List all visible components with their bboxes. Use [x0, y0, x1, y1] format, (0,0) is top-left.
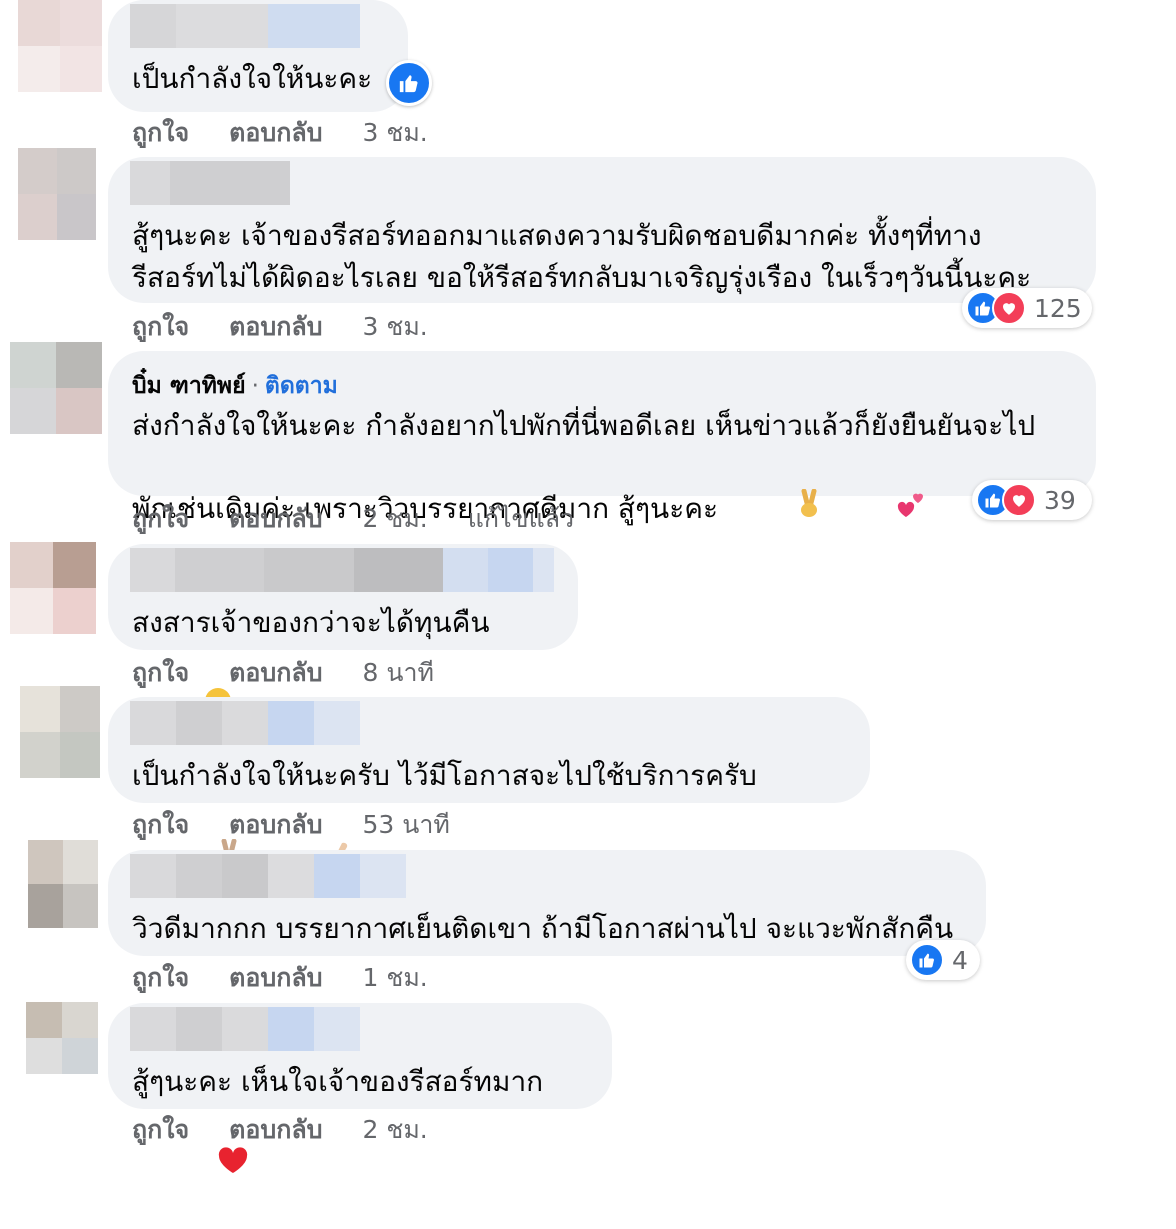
author-name-redacted[interactable] — [130, 854, 962, 898]
love-icon — [992, 291, 1026, 325]
timestamp[interactable]: 2 ชม. — [363, 504, 428, 533]
reaction-summary[interactable]: 39 — [972, 480, 1092, 520]
comment-bubble: เป็นกำลังใจให้นะคะ — [108, 0, 408, 112]
reply-button[interactable]: ตอบกลับ — [229, 658, 322, 687]
like-button[interactable]: ถูกใจ — [132, 504, 189, 533]
timestamp[interactable]: 3 ชม. — [363, 312, 428, 341]
like-button[interactable]: ถูกใจ — [132, 658, 189, 687]
comment-actions: ถูกใจ ตอบกลับ 2 ชม. แก้ไขแล้ว — [132, 502, 606, 536]
reply-button[interactable]: ตอบกลับ — [229, 963, 322, 992]
reply-button[interactable]: ตอบกลับ — [229, 312, 322, 341]
comment-actions: ถูกใจ ตอบกลับ 3 ชม. — [132, 116, 460, 150]
like-icon — [910, 943, 944, 977]
comment-bubble: บิ๋ม ฑาทิพย์ · ติดตาม ส่งกำลังใจให้นะคะ กำ… — [108, 351, 1096, 525]
comment-bubble: เป็นกำลังใจให้นะครับ ไว้มีโอกาสจะไปใช้บร… — [108, 697, 870, 867]
follow-button[interactable]: ติดตาม — [265, 373, 338, 399]
avatar[interactable] — [18, 0, 102, 92]
author-name-redacted[interactable] — [130, 1007, 588, 1051]
comment-text: วิวดีมากกก บรรยากาศเย็นติดเขา ถ้ามีโอกาส… — [132, 912, 954, 945]
avatar[interactable] — [20, 686, 100, 778]
reaction-summary[interactable]: 4 — [906, 940, 980, 980]
avatar[interactable] — [28, 840, 98, 928]
comment-bubble: สู้ๆนะคะ เจ้าของรีสอร์ทออกมาแสดงความรับผ… — [108, 157, 1096, 303]
comment-bubble: วิวดีมากกก บรรยากาศเย็นติดเขา ถ้ามีโอกาส… — [108, 850, 986, 956]
avatar[interactable] — [18, 148, 96, 240]
edited-label[interactable]: แก้ไขแล้ว — [468, 504, 574, 533]
avatar[interactable] — [26, 1002, 98, 1074]
like-icon — [386, 60, 432, 106]
reaction-summary[interactable]: 125 — [962, 288, 1092, 328]
author-name-redacted[interactable] — [130, 548, 554, 592]
avatar[interactable] — [10, 542, 96, 634]
timestamp[interactable]: 2 ชม. — [363, 1115, 428, 1144]
comment-text: สงสารเจ้าของกว่าจะได้ทุนคืน — [132, 606, 490, 639]
comment-text: เป็นกำลังใจให้นะคะ — [132, 62, 373, 95]
avatar[interactable] — [10, 342, 102, 434]
comment-actions: ถูกใจ ตอบกลับ 3 ชม. — [132, 310, 460, 344]
like-button[interactable]: ถูกใจ — [132, 1115, 189, 1144]
comment-text: สู้ๆนะคะ เจ้าของรีสอร์ทออกมาแสดงความรับผ… — [132, 219, 1032, 294]
like-button[interactable]: ถูกใจ — [132, 118, 189, 147]
reply-button[interactable]: ตอบกลับ — [229, 1115, 322, 1144]
love-icon — [1002, 483, 1036, 517]
like-button[interactable]: ถูกใจ — [132, 312, 189, 341]
reply-button[interactable]: ตอบกลับ — [229, 810, 322, 839]
two-hearts-icon — [825, 447, 928, 573]
victory-hand-icon — [726, 447, 823, 573]
author-name-redacted[interactable] — [130, 161, 1072, 205]
reaction-count: 4 — [952, 945, 968, 975]
reply-button[interactable]: ตอบกลับ — [229, 118, 322, 147]
comment-actions: ถูกใจ ตอบกลับ 1 ชม. — [132, 961, 460, 995]
timestamp[interactable]: 1 ชม. — [363, 963, 428, 992]
timestamp[interactable]: 8 นาที — [363, 658, 434, 687]
comment-text: สู้ๆนะคะ เห็นใจเจ้าของรีสอร์ทมาก — [132, 1065, 544, 1098]
comment-actions: ถูกใจ ตอบกลับ 2 ชม. — [132, 1113, 460, 1147]
like-button[interactable]: ถูกใจ — [132, 963, 189, 992]
author-name-redacted[interactable] — [130, 4, 384, 48]
timestamp[interactable]: 3 ชม. — [363, 118, 428, 147]
reaction-count: 125 — [1034, 293, 1082, 323]
comment-text: เป็นกำลังใจให้นะครับ ไว้มีโอกาสจะไปใช้บร… — [132, 759, 757, 792]
author-name-redacted[interactable] — [130, 701, 846, 745]
comment-actions: ถูกใจ ตอบกลับ 53 นาที — [132, 808, 482, 842]
reply-button[interactable]: ตอบกลับ — [229, 504, 322, 533]
timestamp[interactable]: 53 นาที — [363, 810, 450, 839]
comment-actions: ถูกใจ ตอบกลับ 8 นาที — [132, 656, 466, 690]
separator-dot: · — [251, 373, 259, 399]
comment-bubble: สู้ๆนะคะ เห็นใจเจ้าของรีสอร์ทมาก — [108, 1003, 612, 1173]
author-name[interactable]: บิ๋ม ฑาทิพย์ — [132, 373, 246, 399]
comment-bubble: สงสารเจ้าของกว่าจะได้ทุนคืน — [108, 544, 578, 714]
like-button[interactable]: ถูกใจ — [132, 810, 189, 839]
reaction-count: 39 — [1044, 485, 1076, 515]
